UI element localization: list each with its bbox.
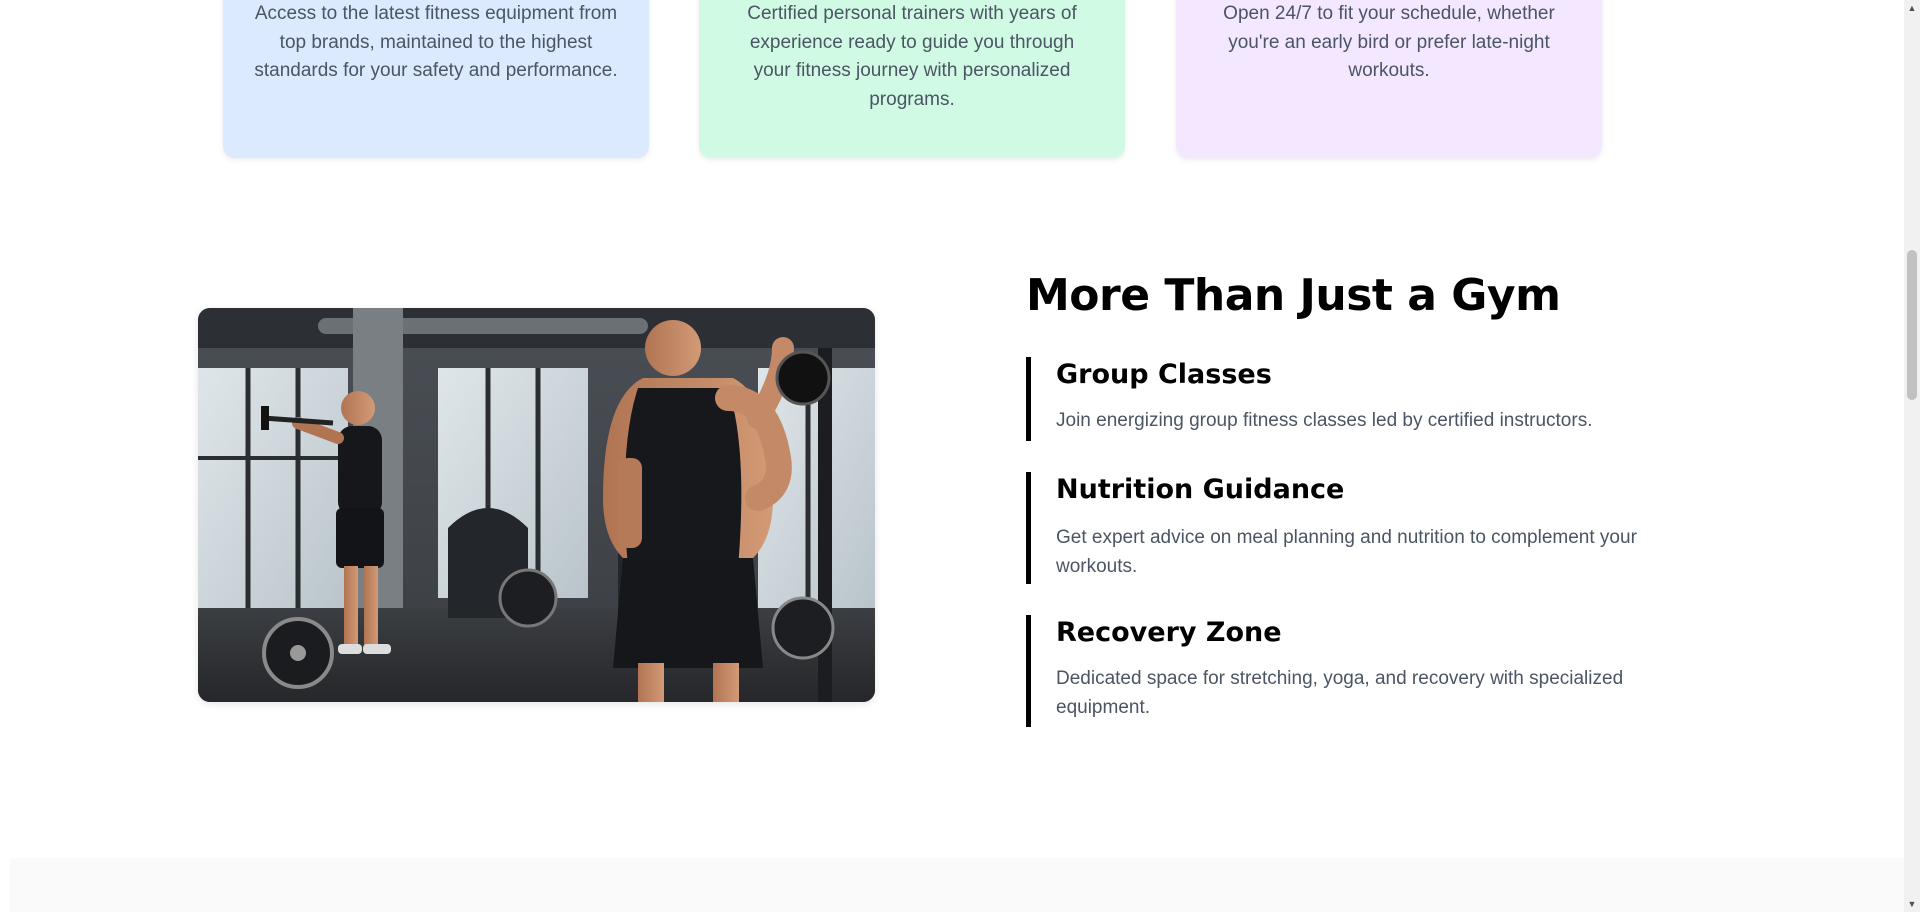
offer-title: Group Classes [1056, 359, 1272, 390]
offer-nutrition-guidance: Nutrition Guidance Get expert advice on … [1026, 472, 1706, 584]
scroll-down-arrow-icon[interactable]: ▼ [1904, 896, 1920, 912]
offer-description: Dedicated space for stretching, yoga, an… [1056, 668, 1624, 718]
scrollbar-thumb[interactable] [1907, 250, 1917, 400]
offer-recovery-zone: Recovery Zone Dedicated space for stretc… [1026, 615, 1706, 727]
offer-description: Join energizing group fitness classes le… [1056, 410, 1593, 431]
page: Access to the latest fitness equipment f… [0, 0, 1904, 912]
gym-photo [198, 308, 875, 702]
offer-title: Recovery Zone [1056, 617, 1282, 648]
section-title: More Than Just a Gym [1026, 270, 1561, 321]
offer-title: Nutrition Guidance [1056, 474, 1345, 505]
feature-card-text: Access to the latest fitness equipment f… [254, 3, 618, 81]
feature-card-hours: Open 24/7 to fit your schedule, whether … [1176, 0, 1602, 158]
feature-card-text: Open 24/7 to fit your schedule, whether … [1223, 3, 1555, 81]
feature-card-equipment: Access to the latest fitness equipment f… [223, 0, 649, 158]
vertical-scrollbar[interactable]: ▲ ▼ [1904, 0, 1920, 912]
offer-description: Get expert advice on meal planning and n… [1056, 527, 1637, 577]
feature-card-text: Certified personal trainers with years o… [747, 3, 1077, 110]
offer-group-classes: Group Classes Join energizing group fitn… [1026, 357, 1706, 441]
feature-card-trainers: Certified personal trainers with years o… [699, 0, 1125, 158]
next-section-band [10, 858, 1904, 912]
scroll-up-arrow-icon[interactable]: ▲ [1904, 0, 1920, 16]
